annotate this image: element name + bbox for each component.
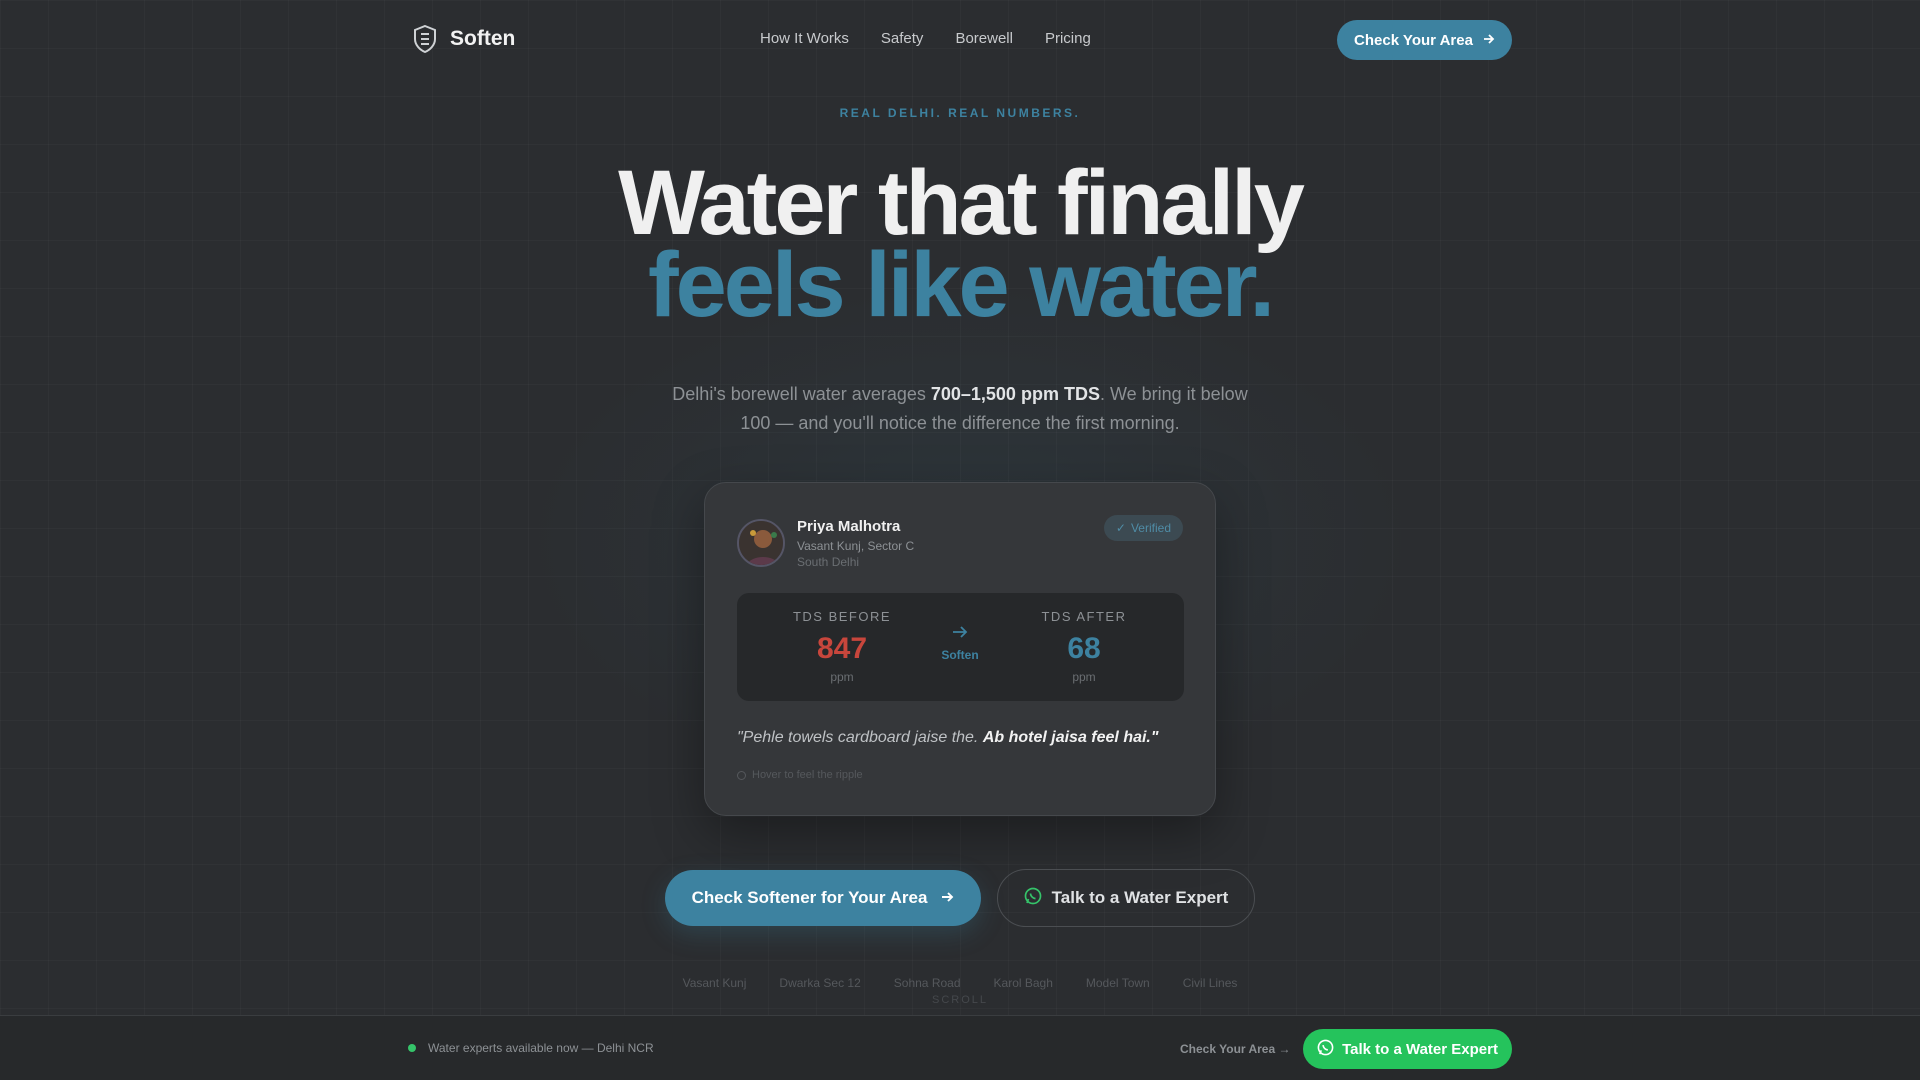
tds-after-label: TDS AFTER xyxy=(1041,609,1127,624)
whatsapp-icon xyxy=(1024,887,1042,910)
tds-before: TDS BEFORE 847 ppm xyxy=(752,609,932,684)
brand[interactable]: Soften xyxy=(412,24,515,54)
bottom-whatsapp-button[interactable]: Talk to a Water Expert xyxy=(1303,1029,1512,1069)
check-softener-button[interactable]: Check Softener for Your Area xyxy=(665,870,981,926)
tds-transition: Soften xyxy=(920,625,1000,662)
ripple-icon xyxy=(737,770,746,780)
nav-links: How It Works Safety Borewell Pricing xyxy=(760,30,1091,47)
arrow-right-icon xyxy=(952,626,968,643)
whatsapp-icon xyxy=(1317,1039,1334,1060)
status-text: Water experts available now — Delhi NCR xyxy=(428,1041,654,1055)
area-item: Dwarka Sec 12 xyxy=(779,976,861,990)
arrow-right-icon xyxy=(1483,32,1495,49)
area-item: Model Town xyxy=(1085,976,1150,990)
area-list: Vasant Kunj Dwarka Sec 12 Sohna Road Kar… xyxy=(0,976,1920,990)
verified-badge: ✓ Verified xyxy=(1103,515,1183,541)
tds-before-unit: ppm xyxy=(830,670,854,684)
shield-logo-icon xyxy=(412,24,438,54)
nav-cta-label: Check Your Area xyxy=(1354,31,1473,49)
talk-expert-label: Talk to a Water Expert xyxy=(1051,888,1229,907)
hero-title-line1: Water that finally xyxy=(618,152,1305,254)
person-location: Vasant Kunj, Sector C xyxy=(797,539,915,553)
tds-before-value: 847 xyxy=(816,632,868,665)
ripple-hint-text: Hover to feel the ripple xyxy=(752,769,863,781)
arrow-right-icon xyxy=(941,888,954,908)
check-icon: ✓ xyxy=(1115,521,1126,535)
hero-title-line2: feels like water. xyxy=(647,234,1275,336)
hero-eyebrow: REAL DELHI. REAL NUMBERS. xyxy=(839,106,1081,120)
nav-link-borewell[interactable]: Borewell xyxy=(955,30,1013,47)
tds-after-unit: ppm xyxy=(1072,670,1096,684)
status-dot xyxy=(408,1044,416,1052)
ripple-hint: Hover to feel the ripple xyxy=(737,769,863,781)
avatar xyxy=(737,519,785,567)
hero-sub-pre: Delhi's borewell water averages xyxy=(672,384,931,404)
nav-check-area-button[interactable]: Check Your Area xyxy=(1337,20,1512,60)
talk-expert-button[interactable]: Talk to a Water Expert xyxy=(997,869,1255,927)
testimonial-card[interactable]: Priya Malhotra Vasant Kunj, Sector C Sou… xyxy=(704,482,1216,816)
person-area: South Delhi xyxy=(797,555,860,569)
bottom-bar: Water experts available now — Delhi NCR … xyxy=(0,1015,1920,1080)
person-name: Priya Malhotra xyxy=(797,518,901,535)
tds-transition-label: Soften xyxy=(941,648,979,662)
tds-after-value: 68 xyxy=(1067,632,1101,665)
verified-label: Verified xyxy=(1130,521,1171,535)
bottom-check-area-link[interactable]: Check Your Area → xyxy=(1180,1042,1290,1056)
quote-pre: "Pehle towels cardboard jaise the. xyxy=(737,729,983,746)
hero-subtitle: Delhi's borewell water averages 700–1,50… xyxy=(660,380,1260,438)
nav-link-how-it-works[interactable]: How It Works xyxy=(760,30,849,47)
scroll-indicator: SCROLL xyxy=(931,994,989,1006)
bottom-whatsapp-label: Talk to a Water Expert xyxy=(1342,1040,1498,1058)
area-item: Sohna Road xyxy=(893,976,961,990)
tds-before-label: TDS BEFORE xyxy=(792,609,892,624)
tds-after: TDS AFTER 68 ppm xyxy=(994,609,1174,684)
area-item: Karol Bagh xyxy=(993,976,1053,990)
brand-name: Soften xyxy=(450,27,516,50)
area-item: Civil Lines xyxy=(1182,976,1238,990)
quote-bold: Ab hotel jaisa feel hai." xyxy=(982,729,1159,746)
tds-stats: TDS BEFORE 847 ppm Soften TDS AFTER 68 p… xyxy=(737,593,1184,701)
area-item: Vasant Kunj xyxy=(682,976,747,990)
testimonial-quote: "Pehle towels cardboard jaise the. Ab ho… xyxy=(737,729,1187,747)
hero-sub-bold: 700–1,500 ppm TDS xyxy=(930,384,1100,404)
check-softener-label: Check Softener for Your Area xyxy=(691,888,928,907)
nav-link-safety[interactable]: Safety xyxy=(881,30,924,47)
availability-status: Water experts available now — Delhi NCR xyxy=(408,1041,654,1055)
nav-link-pricing[interactable]: Pricing xyxy=(1045,30,1091,47)
top-nav: Soften How It Works Safety Borewell Pric… xyxy=(0,0,1920,80)
hero-title: Water that finally feels like water. xyxy=(0,152,1920,336)
